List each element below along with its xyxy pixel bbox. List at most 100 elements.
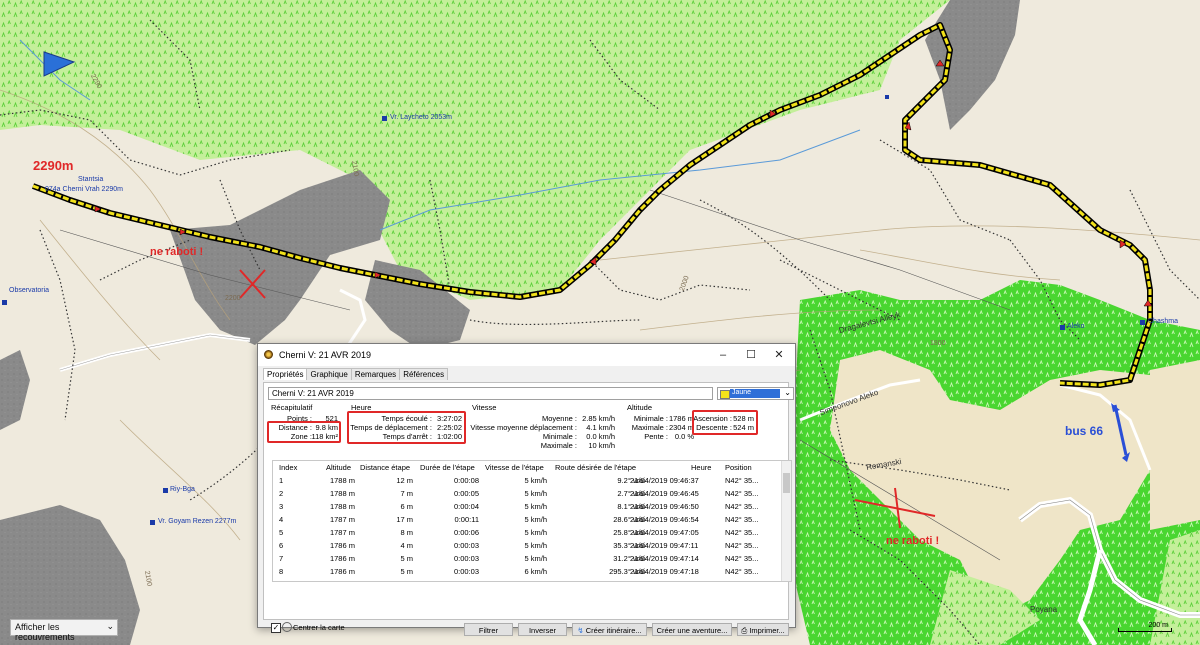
table-row[interactable]: 6 1786 m4 m 0:00:03 5 km/h 35.3° vrai 21/04/2… (273, 541, 783, 551)
min-speed-label: Minimale : (542, 432, 577, 441)
not-working-label: ne raboti ! (150, 246, 204, 258)
table-cell: 1786 m (329, 554, 355, 563)
table-cell: 5 km/h (524, 476, 547, 485)
table-cell: 5 m (400, 567, 413, 576)
table-cell: 21/04/2019 09:46:50 (630, 502, 699, 511)
summit-altitude-label: 2290m (33, 158, 74, 173)
table-cell: 0:00:03 (453, 567, 479, 576)
table-cell: 21/04/2019 09:47:11 (630, 541, 699, 550)
table-row[interactable]: 1 1788 m 12 m 0:00:08 5 km/h 9.2° vrai 21/04/2… (273, 476, 783, 486)
speed-group-title: Vitesse (472, 403, 497, 412)
invert-button[interactable]: Inverser (518, 623, 567, 636)
column-header[interactable]: Index (279, 463, 297, 472)
column-header[interactable]: Position (725, 463, 752, 472)
table-cell: 0:00:11 (454, 515, 479, 524)
poi-label: Observatoria (9, 287, 50, 294)
close-button[interactable]: ✕ (765, 347, 793, 363)
table-cell: 8 m (400, 528, 413, 537)
table-cell: N42° 35... (725, 541, 759, 550)
poi-label: 074a Cherni Vrah 2290m (45, 186, 123, 193)
poi-label: Chashma (1148, 318, 1178, 325)
overlay-select[interactable]: Afficher les recouvrements ⌄ (10, 619, 118, 642)
print-button[interactable]: ⎙ Imprimer... (737, 623, 789, 636)
table-cell: 21/04/2019 09:46:37 (630, 476, 699, 485)
center-map-checkbox[interactable]: ✓ (271, 623, 281, 633)
table-cell: N42° 35... (725, 567, 759, 576)
poi-label: Stantsia (78, 176, 104, 183)
minimize-button[interactable]: – (709, 347, 737, 363)
tab-graph[interactable]: Graphique (306, 368, 352, 380)
create-route-button[interactable]: ↯ Créer itinéraire... (572, 623, 647, 636)
table-row[interactable]: 5 1787 m8 m 0:00:06 5 km/h 25.8° vrai 21/04/2… (273, 528, 783, 538)
column-header[interactable]: Route désirée de l'étape (555, 463, 636, 472)
contour-label: 1800 (930, 340, 946, 347)
table-row[interactable]: 7 1786 m5 m 0:00:03 5 km/h 31.2° vrai 21/04/2… (273, 554, 783, 564)
color-select-value: Jaune (730, 389, 780, 398)
table-cell: 6 m (400, 502, 413, 511)
maximize-button[interactable]: ☐ (737, 347, 765, 363)
table-cell: N42° 35... (725, 502, 759, 511)
overlay-select-value: Afficher les recouvrements (15, 622, 75, 642)
filter-button[interactable]: Filtrer (464, 623, 513, 636)
table-cell: 1788 m (329, 476, 355, 485)
table-cell: 5 km/h (524, 502, 547, 511)
column-header[interactable]: Durée de l'étape (420, 463, 475, 472)
create-adventure-button[interactable]: Créer une aventure... (652, 623, 732, 636)
column-header[interactable]: Heure (691, 463, 711, 472)
tab-notes[interactable]: Remarques (350, 368, 401, 380)
summary-group-title: Récapitulatif (271, 403, 313, 412)
table-header: Index Altitude Distance étape Durée de l… (273, 463, 783, 473)
table-cell: N42° 35... (725, 476, 759, 485)
table-cell: 4 (279, 515, 284, 524)
summary-group: Récapitulatif Points : 521 Distance : 9.… (267, 403, 342, 448)
column-header[interactable]: Distance étape (360, 463, 410, 472)
table-cell: 5 km/h (524, 515, 547, 524)
table-row[interactable]: 4 1787 m 17 m 0:00:11 5 km/h 28.6° vrai 21/04/… (273, 515, 783, 525)
time-group: Heure Temps écoulé : 3:27:02 Temps de dé… (347, 403, 466, 448)
max-altitude-label: Maximale : (631, 423, 668, 432)
track-icon (264, 350, 273, 359)
track-name-input[interactable]: Cherni V: 21 AVR 2019 (268, 387, 713, 400)
speed-group: Vitesse Moyenne : 2.85 km/h Vitesse moye… (469, 403, 617, 450)
dialog-titlebar[interactable]: Cherni V: 21 AVR 2019 – ☐ ✕ (258, 344, 795, 366)
color-swatch (720, 390, 730, 399)
altitude-group-title: Altitude (627, 403, 653, 412)
table-cell: 7 (279, 554, 284, 563)
table-cell: 1788 m (329, 489, 355, 498)
table-cell: 6 km/h (524, 567, 547, 576)
table-scrollbar[interactable] (781, 461, 791, 581)
tab-references[interactable]: Références (399, 368, 449, 380)
column-header[interactable]: Vitesse de l'étape (485, 463, 544, 472)
trackpoints-table[interactable]: Index Altitude Distance étape Durée de l… (272, 460, 792, 582)
table-cell: 0:00:03 (453, 541, 479, 550)
table-cell: 5 km/h (524, 541, 547, 550)
table-cell: 1 (279, 476, 284, 485)
table-cell: 0:00:05 (453, 489, 479, 498)
table-cell: 1787 m (329, 528, 355, 537)
table-cell: 3 (279, 502, 284, 511)
table-cell: 7 m (400, 489, 413, 498)
table-cell: N42° 35... (725, 515, 759, 524)
table-cell: N42° 35... (725, 554, 759, 563)
table-cell: 5 (279, 528, 284, 537)
tab-properties[interactable]: Propriétés (263, 368, 308, 380)
table-cell: 6 (279, 541, 284, 550)
table-cell: 0:00:03 (453, 554, 479, 563)
table-row[interactable]: 8 1786 m5 m 0:00:03 6 km/h 295.3° vrai 21/04/… (273, 567, 783, 577)
properties-panel: Cherni V: 21 AVR 2019 Jaune ⌄ Récapitula… (263, 382, 794, 636)
table-cell: 1786 m (329, 567, 355, 576)
track-properties-dialog: Cherni V: 21 AVR 2019 – ☐ ✕ Propriétés Gr… (257, 343, 796, 636)
table-cell: 21/04/2019 09:46:45 (630, 489, 699, 498)
printer-icon: ⎙ (741, 626, 748, 635)
min-altitude-value: 1786 m (668, 414, 694, 423)
table-cell: 5 m (400, 554, 413, 563)
table-row[interactable]: 2 1788 m7 m 0:00:05 5 km/h 2.7° vrai 21/04/20… (273, 489, 783, 499)
min-speed-value: 0.0 km/h (586, 432, 615, 441)
table-cell: 17 m (396, 515, 413, 524)
table-row[interactable]: 3 1788 m6 m 0:00:04 5 km/h 8.1° vrai 21/04/20… (273, 502, 783, 512)
color-select[interactable]: Jaune ⌄ (717, 387, 794, 400)
center-map-label: Centrer la carte (293, 623, 345, 632)
poi-label: Vr. Goyam Rezen 2277m (158, 518, 237, 525)
chevron-down-icon: ⌄ (106, 621, 114, 631)
column-header[interactable]: Altitude (326, 463, 351, 472)
